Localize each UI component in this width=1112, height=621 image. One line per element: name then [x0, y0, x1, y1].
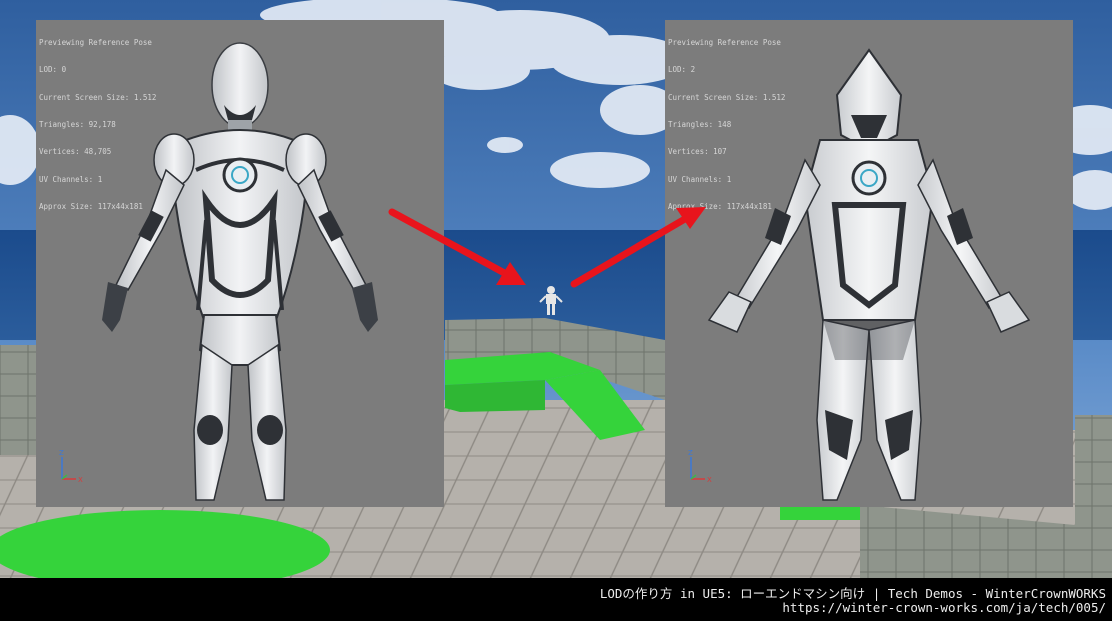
- vertex-count-text: Vertices: 48,705: [39, 147, 112, 157]
- axis-x-label: X: [78, 476, 83, 484]
- caption-bar: LODの作り方 in UE5: ローエンドマシン向け | Tech Demos …: [0, 578, 1112, 621]
- stats-line: Approx Size: 117x44x181: [39, 201, 143, 211]
- stats-line: Current Screen Size: 1.512: [668, 92, 786, 102]
- lod-level-text: LOD: 2: [668, 65, 696, 75]
- axis-z-label: Z: [688, 449, 693, 457]
- stats-line: UV Channels: 1: [39, 174, 103, 184]
- lod2-preview-panel: Previewing Reference Pose LOD: 2 Current…: [665, 20, 1073, 507]
- triangle-count-text: Triangles: 148: [668, 120, 732, 130]
- mesh-stats-overlay: Previewing Reference Pose LOD: 2 Current…: [668, 20, 785, 229]
- axis-gizmo-icon: Z X: [688, 449, 712, 484]
- triangle-count-text: Triangles: 92,178: [39, 120, 116, 130]
- stats-line: Previewing Reference Pose: [668, 38, 781, 48]
- vertex-count-text: Vertices: 107: [668, 147, 727, 157]
- lod-level-text: LOD: 0: [39, 65, 67, 75]
- caption-url: https://winter-crown-works.com/ja/tech/0…: [782, 600, 1106, 615]
- mesh-stats-overlay: Previewing Reference Pose LOD: 0 Current…: [39, 20, 156, 229]
- lod0-preview-panel: Previewing Reference Pose LOD: 0 Current…: [36, 20, 444, 507]
- stats-line: Approx Size: 117x44x181: [668, 201, 772, 211]
- stats-line: Current Screen Size: 1.512: [39, 92, 157, 102]
- stats-line: UV Channels: 1: [668, 174, 732, 184]
- axis-gizmo-icon: Z X: [59, 449, 83, 484]
- axis-z-label: Z: [59, 449, 64, 457]
- stats-line: Previewing Reference Pose: [39, 38, 152, 48]
- axis-x-label: X: [707, 476, 712, 484]
